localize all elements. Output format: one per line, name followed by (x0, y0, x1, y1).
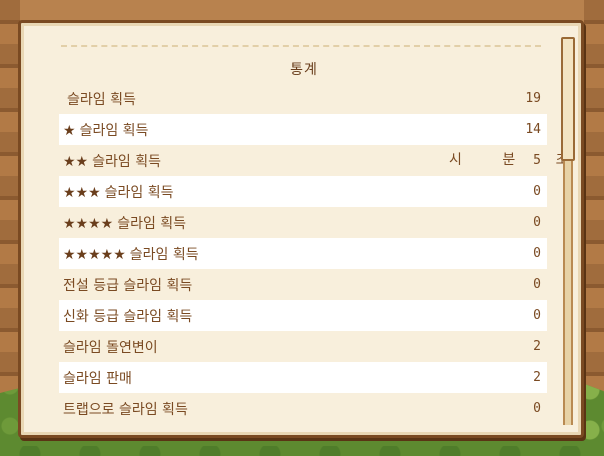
stat-value: 0 (533, 246, 541, 261)
stat-row-slime-mutation: 슬라임 돌연변이 2 (59, 331, 547, 362)
stat-label: 전설 등급 슬라임 획득 (63, 277, 193, 294)
stat-value: 2 (533, 339, 541, 354)
stat-value: 0 (533, 215, 541, 230)
stat-value: 2 (533, 370, 541, 385)
star-rating-icon: ★★★ (63, 184, 101, 201)
panel-top-decoration (61, 35, 541, 47)
stat-label: ★ 슬라임 획득 (63, 122, 149, 139)
stat-label: 신화 등급 슬라임 획득 (63, 308, 193, 325)
stat-row-legendary-slime: 전설 등급 슬라임 획득 0 (59, 269, 547, 300)
star-rating-icon: ★ (63, 122, 76, 139)
statistics-list[interactable]: 슬라임 획득 19 ★ 슬라임 획득 14 ★★ 슬라임 획득 5 ★★★ 슬라임 획… (59, 83, 547, 424)
stat-value: 0 (533, 277, 541, 292)
stat-row-mythic-slime: 신화 등급 슬라임 획득 0 (59, 300, 547, 331)
star-rating-icon: ★★★★★ (63, 246, 126, 263)
stat-value: 19 (525, 91, 541, 106)
stat-label: ★★ 슬라임 획득 (63, 153, 161, 170)
stat-row-3star-slime: ★★★ 슬라임 획득 0 (59, 176, 547, 207)
stat-row-1star-slime: ★ 슬라임 획득 14 (59, 114, 547, 145)
stat-value: 0 (533, 184, 541, 199)
statistics-panel: 통계 슬라임 획득 19 ★ 슬라임 획득 14 ★★ 슬라임 획득 5 ★★★ 슬라… (18, 20, 584, 438)
stat-row-slime-acquired: 슬라임 획득 19 (59, 83, 547, 114)
stat-label: ★★★ 슬라임 획득 (63, 184, 174, 201)
stat-label: 트랩으로 슬라임 획득 (63, 401, 188, 418)
scrollbar-thumb[interactable] (561, 37, 575, 161)
star-rating-icon: ★★ (63, 153, 89, 170)
stat-row-trap-slime: 트랩으로 슬라임 획득 0 (59, 393, 547, 424)
stat-value: 14 (525, 122, 541, 137)
stat-label: 슬라임 돌연변이 (63, 339, 158, 356)
stat-value: 0 (533, 401, 541, 416)
stat-label: 슬라임 획득 (67, 91, 136, 108)
panel-title: 통계 (290, 62, 318, 78)
stat-row-4star-slime: ★★★★ 슬라임 획득 0 (59, 207, 547, 238)
stat-row-5star-slime: ★★★★★ 슬라임 획득 0 (59, 238, 547, 269)
stat-value: 0 (533, 308, 541, 323)
stat-label: ★★★★ 슬라임 획득 (63, 215, 187, 232)
star-rating-icon: ★★★★ (63, 215, 114, 232)
stat-label: ★★★★★ 슬라임 획득 (63, 246, 199, 263)
stat-row-slime-sold: 슬라임 판매 2 (59, 362, 547, 393)
stat-label: 슬라임 판매 (63, 370, 132, 387)
